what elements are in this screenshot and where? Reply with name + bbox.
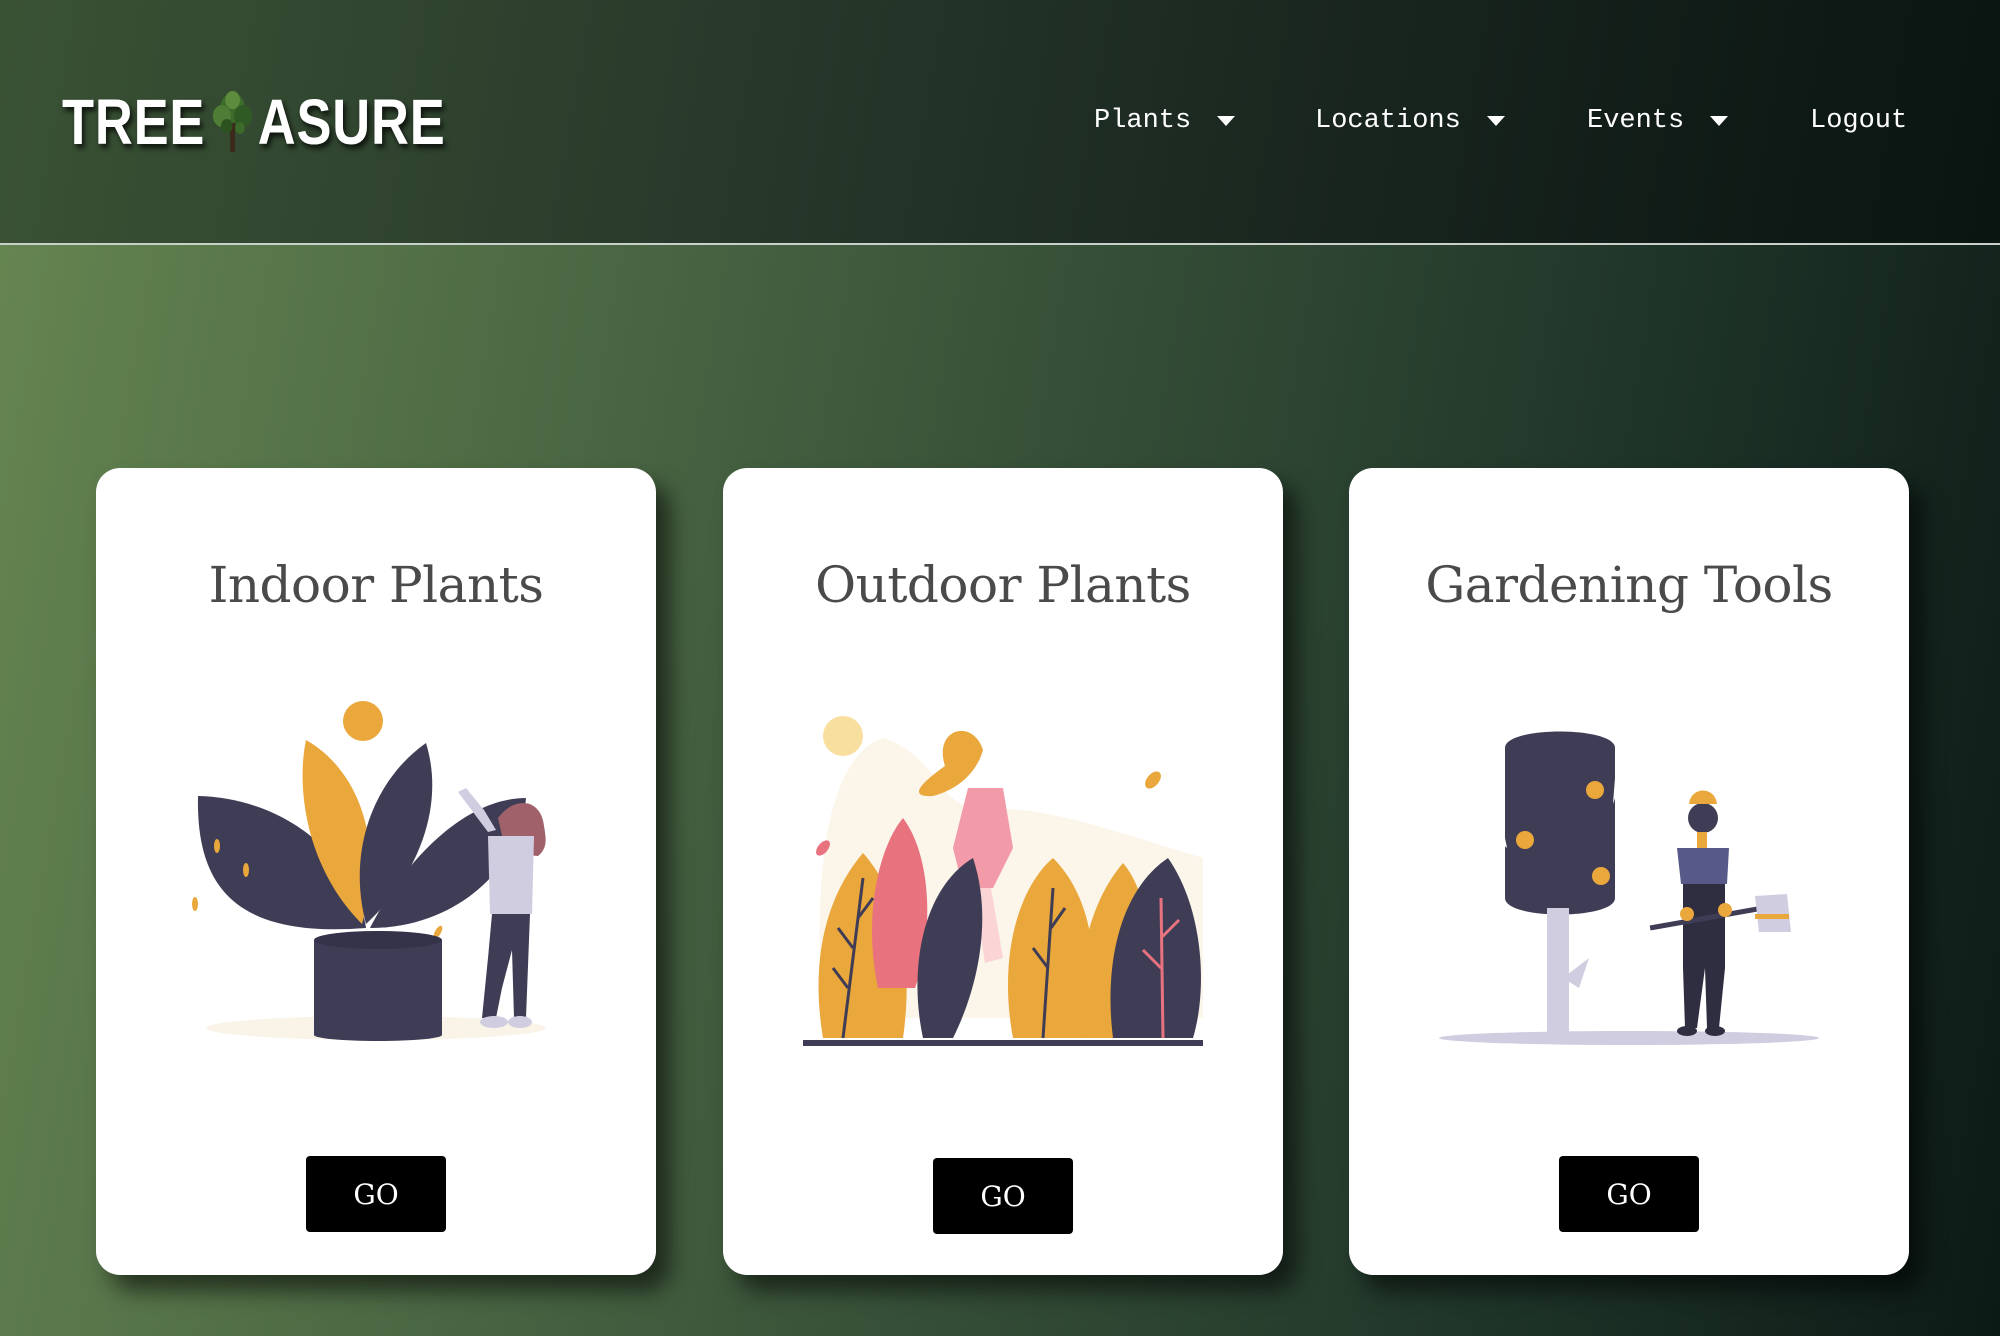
- nav-plants-dropdown[interactable]: Plants: [1094, 100, 1236, 142]
- card-title: Indoor Plants: [208, 556, 544, 614]
- logo-text-asure: ASURE: [257, 86, 446, 158]
- go-button[interactable]: GO: [306, 1156, 446, 1232]
- nav-plants-label: Plants: [1094, 106, 1192, 136]
- woman-with-potted-plant-illustration: [192, 701, 546, 1041]
- woman-with-axe-and-tree-illustration: [1439, 731, 1819, 1045]
- tree-icon: [212, 91, 252, 152]
- woman-walking-in-garden-illustration: [803, 716, 1203, 1046]
- card-indoor-plants: Indoor Plants GO: [96, 468, 656, 1275]
- nav-locations-dropdown[interactable]: Locations: [1315, 100, 1505, 142]
- nav-locations-label: Locations: [1315, 106, 1461, 136]
- card-gardening-tools: Gardening Tools GO: [1349, 468, 1909, 1275]
- nav-events-label: Events: [1587, 106, 1685, 136]
- logo-text-tree: TREE: [62, 86, 206, 158]
- nav-logout-link[interactable]: Logout: [1810, 100, 1907, 142]
- nav-events-dropdown[interactable]: Events: [1587, 100, 1729, 142]
- caret-down-icon: [1486, 116, 1505, 126]
- nav-logout-label: Logout: [1810, 106, 1908, 136]
- top-navbar: TREE ASURE Plants Locations Events Logou…: [0, 0, 2000, 245]
- caret-down-icon: [1710, 116, 1729, 126]
- card-title: Gardening Tools: [1425, 556, 1833, 614]
- go-button[interactable]: GO: [1559, 1156, 1699, 1232]
- caret-down-icon: [1217, 116, 1236, 126]
- card-outdoor-plants: Outdoor Plants GO: [723, 468, 1283, 1275]
- go-button[interactable]: GO: [933, 1158, 1073, 1234]
- card-title: Outdoor Plants: [815, 556, 1191, 614]
- treeasure-logo[interactable]: TREE ASURE: [62, 86, 446, 158]
